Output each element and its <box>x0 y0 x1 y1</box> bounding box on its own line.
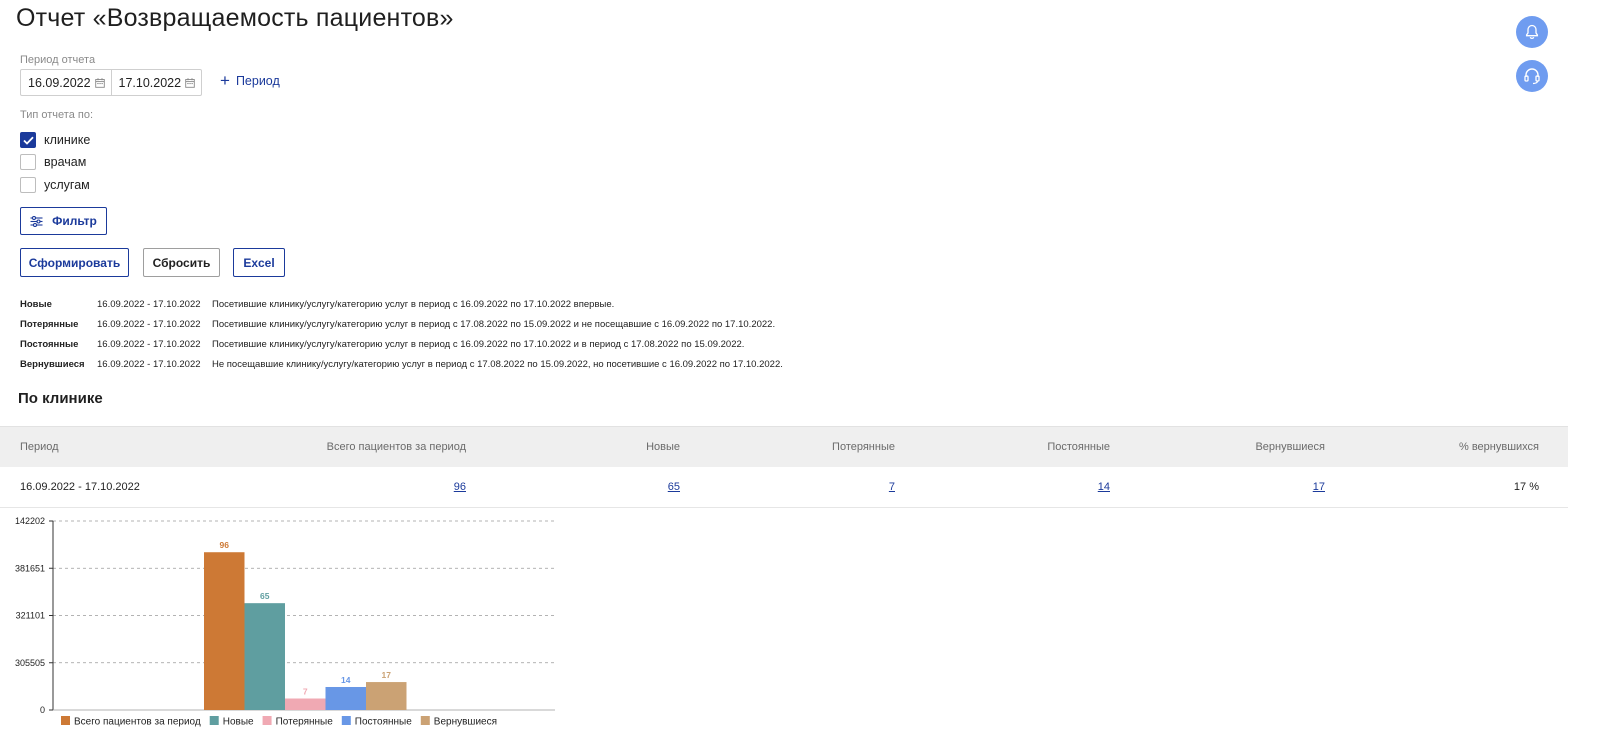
cell-regular-link[interactable]: 14 <box>1098 481 1110 493</box>
calendar-icon[interactable] <box>94 77 105 88</box>
definition-text: Посетившие клинику/услугу/категорию услу… <box>212 338 745 350</box>
y-tick-label: 305505 <box>15 658 45 668</box>
checkbox-clinic[interactable] <box>20 132 36 148</box>
definitions-list: Новые 16.09.2022 - 17.10.2022 Посетившие… <box>20 294 783 374</box>
bar <box>325 686 366 710</box>
bar-value-label: 7 <box>303 686 308 696</box>
add-period-label: Период <box>235 74 280 88</box>
checkbox-services-label: услугам <box>44 178 90 192</box>
period-label: Период отчета <box>20 54 96 66</box>
cell-lost-link[interactable]: 7 <box>889 481 895 493</box>
filter-button-label: Фильтр <box>52 214 97 228</box>
report-type-doctors[interactable]: врачам <box>20 154 86 170</box>
definition-text: Посетившие клинику/услугу/категорию услу… <box>212 318 776 330</box>
legend-swatch <box>341 716 351 725</box>
headset-icon <box>1524 68 1540 85</box>
cell-returned-link[interactable]: 17 <box>1313 481 1325 493</box>
definition-row: Вернувшиеся 16.09.2022 - 17.10.2022 Не п… <box>20 354 783 374</box>
definition-period: 16.09.2022 - 17.10.2022 <box>97 298 201 310</box>
plus-icon: + <box>220 71 230 90</box>
cell-new-link[interactable]: 65 <box>668 481 680 493</box>
page-title: Отчет «Возвращаемость пациентов» <box>16 4 454 32</box>
table-header: Период Всего пациентов за период Новые П… <box>0 426 1568 468</box>
definition-period: 16.09.2022 - 17.10.2022 <box>97 318 201 330</box>
definition-name: Постоянные <box>20 338 79 350</box>
bar-value-label: 96 <box>220 540 230 550</box>
bar <box>366 682 407 710</box>
legend-label: Вернувшиеся <box>434 717 497 728</box>
definition-name: Новые <box>20 298 52 310</box>
cell-total-link[interactable]: 96 <box>454 481 466 493</box>
date-to-field[interactable]: 17.10.2022 <box>110 70 202 95</box>
legend-label: Постоянные <box>355 717 412 728</box>
report-type-clinic[interactable]: клинике <box>20 132 90 148</box>
legend-swatch <box>61 716 70 725</box>
bell-icon <box>1525 24 1539 40</box>
legend-swatch <box>420 716 430 725</box>
column-header-returned: Вернувшиеся <box>1255 441 1325 453</box>
report-type-services[interactable]: услугам <box>20 177 90 193</box>
column-header-regular: Постоянные <box>1047 441 1110 453</box>
check-icon <box>22 136 34 145</box>
reset-button[interactable]: Сбросить <box>143 248 220 277</box>
excel-button[interactable]: Excel <box>233 248 285 277</box>
definition-name: Вернувшиеся <box>20 358 85 370</box>
definition-name: Потерянные <box>20 318 79 330</box>
cell-percent: 17 % <box>1513 481 1539 493</box>
definition-row: Потерянные 16.09.2022 - 17.10.2022 Посет… <box>20 314 783 334</box>
calendar-icon[interactable] <box>185 77 195 88</box>
definition-period: 16.09.2022 - 17.10.2022 <box>97 358 201 370</box>
section-title: По клинике <box>18 390 103 407</box>
checkbox-doctors-label: врачам <box>44 155 87 169</box>
bar-value-label: 14 <box>341 675 351 685</box>
bar-value-label: 65 <box>260 591 270 601</box>
table-row: 16.09.2022 - 17.10.2022 96 65 7 14 17 17… <box>0 467 1568 508</box>
column-header-total: Всего пациентов за период <box>326 441 466 453</box>
legend-label: Всего пациентов за период <box>74 717 201 728</box>
notifications-button[interactable] <box>1516 16 1548 48</box>
definition-text: Посетившие клинику/услугу/категорию услу… <box>212 298 615 310</box>
y-tick-label: 321101 <box>16 611 45 621</box>
y-tick-label: 381651 <box>15 563 45 573</box>
definition-text: Не посещавшие клинику/услугу/категорию у… <box>212 358 783 370</box>
column-header-period: Период <box>20 441 59 453</box>
column-header-percent: % вернувшихся <box>1458 441 1539 453</box>
date-to-value: 17.10.2022 <box>118 75 182 90</box>
legend-swatch <box>262 716 272 725</box>
bar <box>285 698 326 710</box>
cell-period: 16.09.2022 - 17.10.2022 <box>20 481 140 493</box>
report-type-label: Тип отчета по: <box>20 109 94 121</box>
definition-row: Постоянные 16.09.2022 - 17.10.2022 Посет… <box>20 334 783 354</box>
bar <box>204 552 245 710</box>
period-range: 16.09.2022 17.10.2022 <box>20 69 202 96</box>
bar-value-label: 17 <box>382 670 392 680</box>
support-button[interactable] <box>1516 60 1548 92</box>
y-tick-label: 0 <box>40 705 45 715</box>
definition-period: 16.09.2022 - 17.10.2022 <box>97 338 201 350</box>
filter-button[interactable]: Фильтр <box>20 207 107 235</box>
legend-label: Новые <box>223 717 254 728</box>
column-header-lost: Потерянные <box>832 441 895 453</box>
date-from-value: 16.09.2022 <box>28 75 91 90</box>
sliders-icon <box>30 215 43 227</box>
column-header-new: Новые <box>646 441 680 453</box>
legend-label: Потерянные <box>276 717 334 728</box>
y-tick-label: 142202 <box>15 516 45 526</box>
checkbox-doctors[interactable] <box>20 154 36 170</box>
returnability-chart: 142202 381651 321101 305505 0 96 65 7 14 17 Всего … <box>15 516 555 728</box>
add-period-link[interactable]: + Период <box>220 71 280 90</box>
checkbox-services[interactable] <box>20 177 36 193</box>
definition-row: Новые 16.09.2022 - 17.10.2022 Посетившие… <box>20 294 783 314</box>
legend-swatch <box>209 716 219 725</box>
date-from-field[interactable]: 16.09.2022 <box>21 70 111 95</box>
generate-button[interactable]: Сформировать <box>20 248 129 277</box>
bar <box>244 603 285 710</box>
checkbox-clinic-label: клинике <box>44 133 91 147</box>
